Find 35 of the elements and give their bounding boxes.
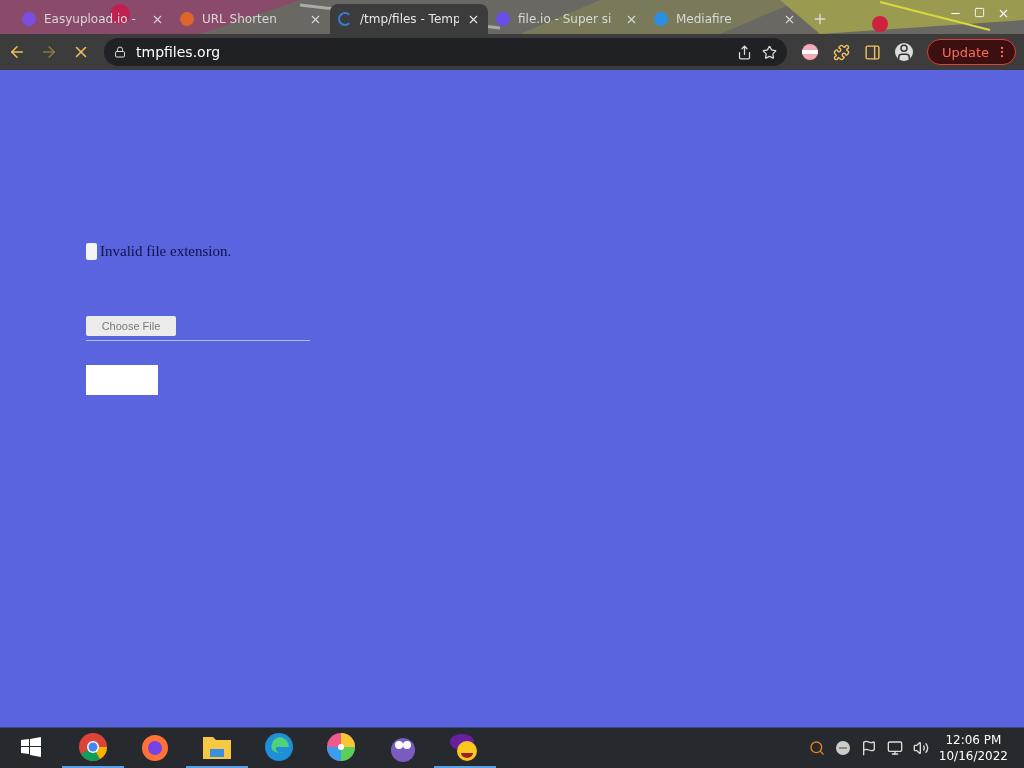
- tab-title: file.io - Super si: [518, 12, 613, 26]
- update-button[interactable]: Update: [926, 39, 1016, 65]
- forward-icon[interactable]: [40, 43, 58, 61]
- lock-icon: [114, 46, 126, 58]
- error-message: Invalid file extension.: [100, 243, 232, 260]
- windows-icon: [21, 737, 41, 757]
- color-wheel-icon: [326, 732, 356, 762]
- back-icon[interactable]: [8, 43, 26, 61]
- clock-time: 12:06 PM: [945, 732, 1002, 748]
- browser-tab[interactable]: file.io - Super si: [488, 4, 646, 34]
- search-icon[interactable]: [808, 740, 825, 756]
- address-bar[interactable]: tmpfiles.org: [104, 38, 787, 66]
- profile-icon[interactable]: [894, 43, 913, 61]
- chrome-icon: [78, 732, 108, 762]
- volume-icon[interactable]: [912, 740, 929, 756]
- network-icon[interactable]: [886, 740, 903, 756]
- puzzle-icon[interactable]: [832, 43, 850, 61]
- tab-title: Easyupload.io -: [44, 12, 137, 26]
- flag-icon[interactable]: [860, 740, 877, 756]
- tab-title: URL Shorten: [202, 12, 278, 26]
- browser-tab[interactable]: /tmp/files - Temp: [330, 4, 488, 34]
- flag-extension-icon[interactable]: [800, 43, 819, 61]
- clock-date: 10/16/2022: [938, 748, 1008, 764]
- browser-tab[interactable]: Mediafire: [646, 4, 804, 34]
- url-text: tmpfiles.org: [136, 44, 222, 60]
- star-icon[interactable]: [761, 44, 777, 60]
- folder-icon: [202, 734, 232, 760]
- tab-title: /tmp/files - Temp: [360, 12, 459, 26]
- side-panel-icon[interactable]: [863, 43, 881, 61]
- tab-title: Mediafire: [676, 12, 733, 26]
- checkbox[interactable]: [86, 243, 97, 260]
- browser-tab[interactable]: Easyupload.io -: [14, 4, 172, 34]
- share-icon[interactable]: [736, 44, 752, 60]
- browser-tab[interactable]: URL Shorten: [172, 4, 330, 34]
- choose-file-button[interactable]: Choose File: [86, 316, 176, 336]
